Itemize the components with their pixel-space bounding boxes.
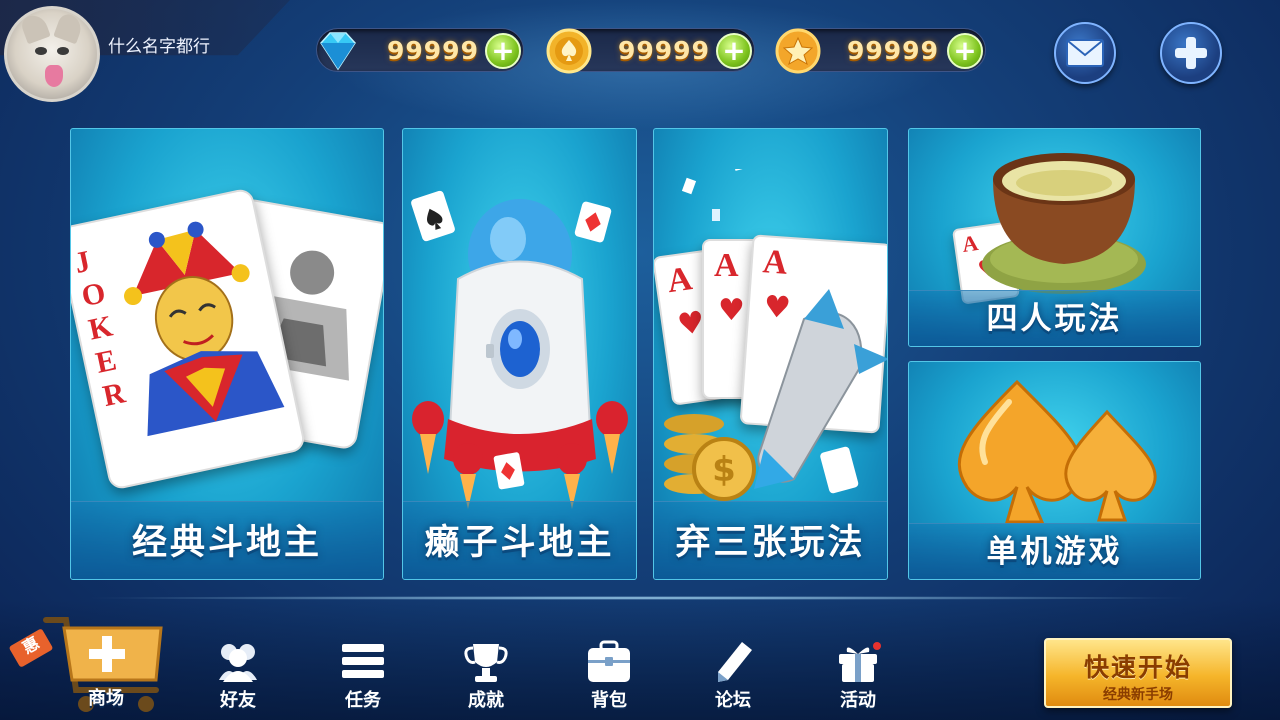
gold-count: 99999: [618, 36, 710, 65]
mode-title-classic: 经典斗地主: [131, 523, 322, 563]
tea-cup-icon: [982, 153, 1146, 294]
add-button[interactable]: [1160, 22, 1222, 84]
nav-backpack[interactable]: 背包: [574, 640, 644, 716]
mode-card-classic[interactable]: JOKER 经典斗地主: [70, 128, 384, 580]
mode-card-discard-three[interactable]: A ♥ A ♥ A ♥ $ 弃三张玩法: [653, 128, 888, 580]
mode-card-laizi[interactable]: 癞子斗地主: [402, 128, 637, 580]
add-gold-button[interactable]: +: [716, 33, 752, 69]
nav-tasks-label: 任务: [345, 690, 381, 711]
ace-letter: A: [960, 230, 980, 258]
avatar[interactable]: [4, 6, 100, 102]
nav-backpack-label: 背包: [591, 690, 627, 711]
add-star-button[interactable]: +: [947, 33, 983, 69]
gold-balance: 99999 +: [546, 28, 755, 74]
cat-ear: [53, 11, 85, 45]
nav-forum-label: 论坛: [715, 690, 751, 711]
mail-button[interactable]: [1054, 22, 1116, 84]
horizon-line: [80, 596, 1200, 600]
star-count: 99999: [847, 36, 939, 65]
mode-title-four-players: 四人玩法: [986, 301, 1123, 337]
task-list-icon: [342, 644, 384, 678]
mode-title-single-player: 单机游戏: [986, 534, 1123, 570]
nav-achievements[interactable]: 成就: [451, 640, 521, 716]
quick-start-subtitle: 经典新手场: [1103, 687, 1173, 703]
cat-eye: [35, 47, 47, 55]
add-diamond-button[interactable]: +: [485, 33, 521, 69]
nav-tasks[interactable]: 任务: [328, 640, 398, 716]
diamond-icon: [313, 26, 363, 76]
star-balance: 99999 +: [775, 28, 986, 74]
quick-start-title: 快速开始: [1083, 653, 1192, 682]
mode-title-discard-three: 弃三张玩法: [675, 523, 866, 563]
shop-cart-icon: [9, 617, 163, 712]
nav-friends-label: 好友: [220, 690, 256, 711]
rocket-icon: [411, 190, 628, 509]
nav-friends[interactable]: 好友: [203, 640, 273, 716]
quick-start-button[interactable]: 快速开始 经典新手场: [1044, 638, 1232, 708]
missile-coins-icon: $: [664, 169, 887, 501]
friends-icon: [219, 644, 257, 682]
golden-spade-icon: [957, 379, 1157, 524]
cat-ear: [19, 11, 51, 45]
cat-tongue: [45, 65, 63, 87]
shop-label: 商场: [88, 688, 124, 709]
mode-title-laizi: 癞子斗地主: [424, 523, 615, 563]
diamond-balance: 99999 +: [316, 28, 524, 72]
nav-events[interactable]: 活动: [823, 640, 893, 716]
nav-achievements-label: 成就: [468, 690, 504, 711]
gold-coin-icon: [544, 26, 594, 76]
shop-button[interactable]: 惠 商场: [0, 600, 170, 720]
gift-icon: [839, 642, 881, 682]
cat-eye: [57, 47, 69, 55]
backpack-icon: [588, 640, 630, 682]
diamond-count: 99999: [387, 36, 479, 65]
pencil-icon: [718, 642, 752, 682]
mode-card-four-players[interactable]: A ♥ 四人玩法: [908, 128, 1201, 347]
nav-events-label: 活动: [840, 690, 876, 711]
trophy-icon: [464, 644, 508, 682]
svg-text:$: $: [712, 450, 736, 490]
plus-icon: [1175, 37, 1207, 69]
mode-card-single-player[interactable]: 单机游戏: [908, 361, 1201, 580]
star-coin-icon: [773, 26, 823, 76]
mail-icon: [1066, 39, 1104, 67]
username: 什么名字都行: [108, 37, 210, 57]
nav-forum[interactable]: 论坛: [698, 640, 768, 716]
